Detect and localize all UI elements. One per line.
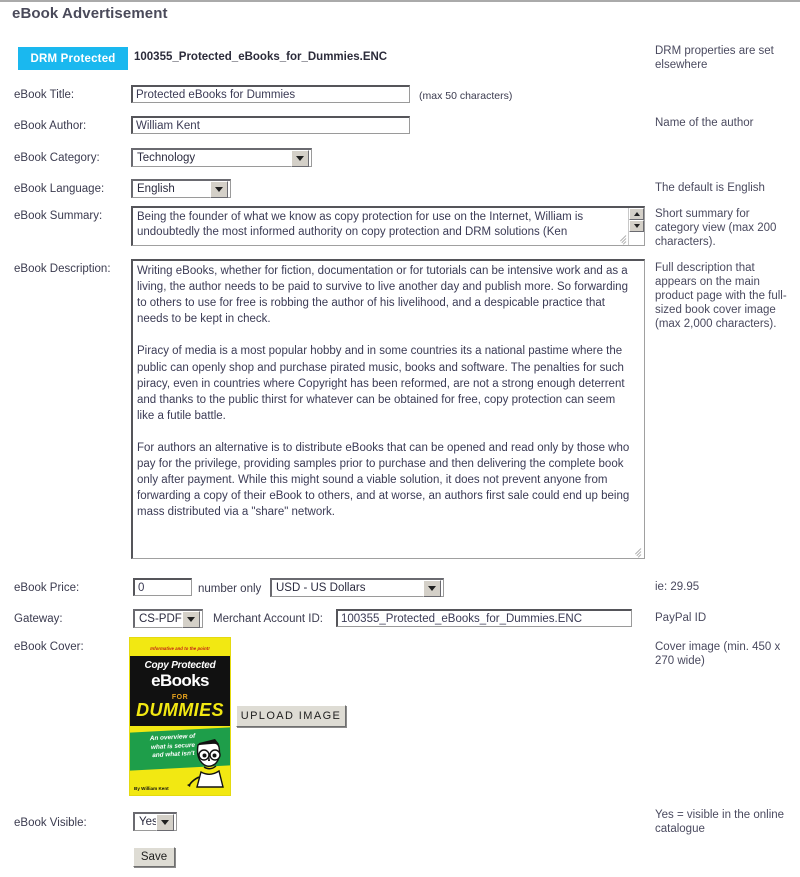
ebook-price-hint: ie: 29.95 (655, 581, 700, 593)
ebook-description-label: eBook Description: (14, 263, 111, 275)
chevron-down-icon[interactable] (210, 180, 228, 198)
ebook-visible-value: Yes (139, 816, 156, 828)
ebook-visible-hint: Yes = visible in the online catalogue (655, 809, 785, 835)
currency-select[interactable]: USD - US Dollars (270, 578, 444, 597)
dummies-mascot-icon (187, 739, 224, 788)
merchant-account-input[interactable] (336, 609, 632, 627)
ebook-cover-hint: Cover image (min. 450 x 270 wide) (655, 641, 781, 667)
ebook-description-textarea[interactable]: Writing eBooks, whether for fiction, doc… (131, 259, 645, 559)
ebook-price-input[interactable] (133, 578, 192, 596)
ebook-title-input[interactable] (131, 85, 410, 103)
ebook-category-value: Technology (137, 152, 196, 164)
gateway-hint: PayPal ID (655, 612, 707, 624)
ebook-language-value: English (137, 183, 175, 195)
ebook-author-hint: Name of the author (655, 117, 754, 129)
merchant-account-label: Merchant Account ID: (213, 613, 323, 625)
scroll-down-icon[interactable] (629, 220, 644, 232)
chevron-down-icon[interactable] (182, 610, 200, 628)
cover-line4: DUMMIES (136, 700, 224, 720)
drm-filename-label: 100355_Protected_eBooks_for_Dummies.ENC (134, 51, 388, 63)
drm-protected-badge: DRM Protected (18, 47, 128, 70)
ebook-description-value: Writing eBooks, whether for fiction, doc… (137, 265, 630, 519)
ebook-description-hint: Full description that appears on the mai… (655, 262, 787, 330)
ebook-price-note: number only (198, 583, 262, 595)
scroll-up-icon[interactable] (629, 208, 644, 220)
ebook-language-label: eBook Language: (14, 183, 105, 195)
ebook-language-hint: The default is English (655, 182, 765, 194)
ebook-author-input[interactable] (131, 116, 410, 134)
drm-hint: DRM properties are set elsewhere (655, 45, 774, 71)
ebook-title-label: eBook Title: (14, 89, 75, 101)
page-title: eBook Advertisement (12, 5, 168, 22)
currency-value: USD - US Dollars (276, 582, 366, 594)
cover-tagline: Informative and to the point! (150, 646, 210, 651)
ebook-category-select[interactable]: Technology (131, 148, 312, 167)
save-button[interactable]: Save (133, 847, 175, 867)
ebook-summary-value: Being the founder of what we know as cop… (137, 211, 587, 238)
ebook-summary-label: eBook Summary: (14, 210, 103, 222)
ebook-summary-hint: Short summary for category view (max 200… (655, 208, 777, 248)
gateway-value: CS-PDF (139, 613, 182, 625)
ebook-author-label: eBook Author: (14, 120, 87, 132)
ebook-cover-label: eBook Cover: (14, 641, 84, 653)
cover-author-credit: By William Kent (134, 786, 169, 791)
ebook-visible-label: eBook Visible: (14, 817, 87, 829)
chevron-down-icon[interactable] (423, 579, 441, 597)
cover-line2: eBooks (151, 671, 209, 690)
description-resize-grip (631, 546, 642, 558)
upload-image-button[interactable]: UPLOAD IMAGE (236, 705, 346, 727)
page-top-divider (0, 0, 800, 2)
ebook-visible-select[interactable]: Yes (133, 812, 177, 831)
cover-line1: Copy Protected (144, 660, 216, 671)
ebook-price-label: eBook Price: (14, 582, 80, 594)
ebook-category-label: eBook Category: (14, 152, 100, 164)
chevron-down-icon[interactable] (291, 149, 309, 167)
ebook-summary-textarea[interactable]: Being the founder of what we know as cop… (131, 206, 645, 246)
ebook-title-note: (max 50 characters) (419, 90, 513, 102)
gateway-select[interactable]: CS-PDF (133, 609, 203, 628)
summary-scrollbar[interactable] (628, 208, 644, 245)
ebook-language-select[interactable]: English (131, 179, 231, 198)
gateway-label: Gateway: (14, 613, 63, 625)
ebook-cover-image: Informative and to the point! Copy Prote… (129, 637, 231, 796)
chevron-down-icon[interactable] (156, 813, 174, 831)
